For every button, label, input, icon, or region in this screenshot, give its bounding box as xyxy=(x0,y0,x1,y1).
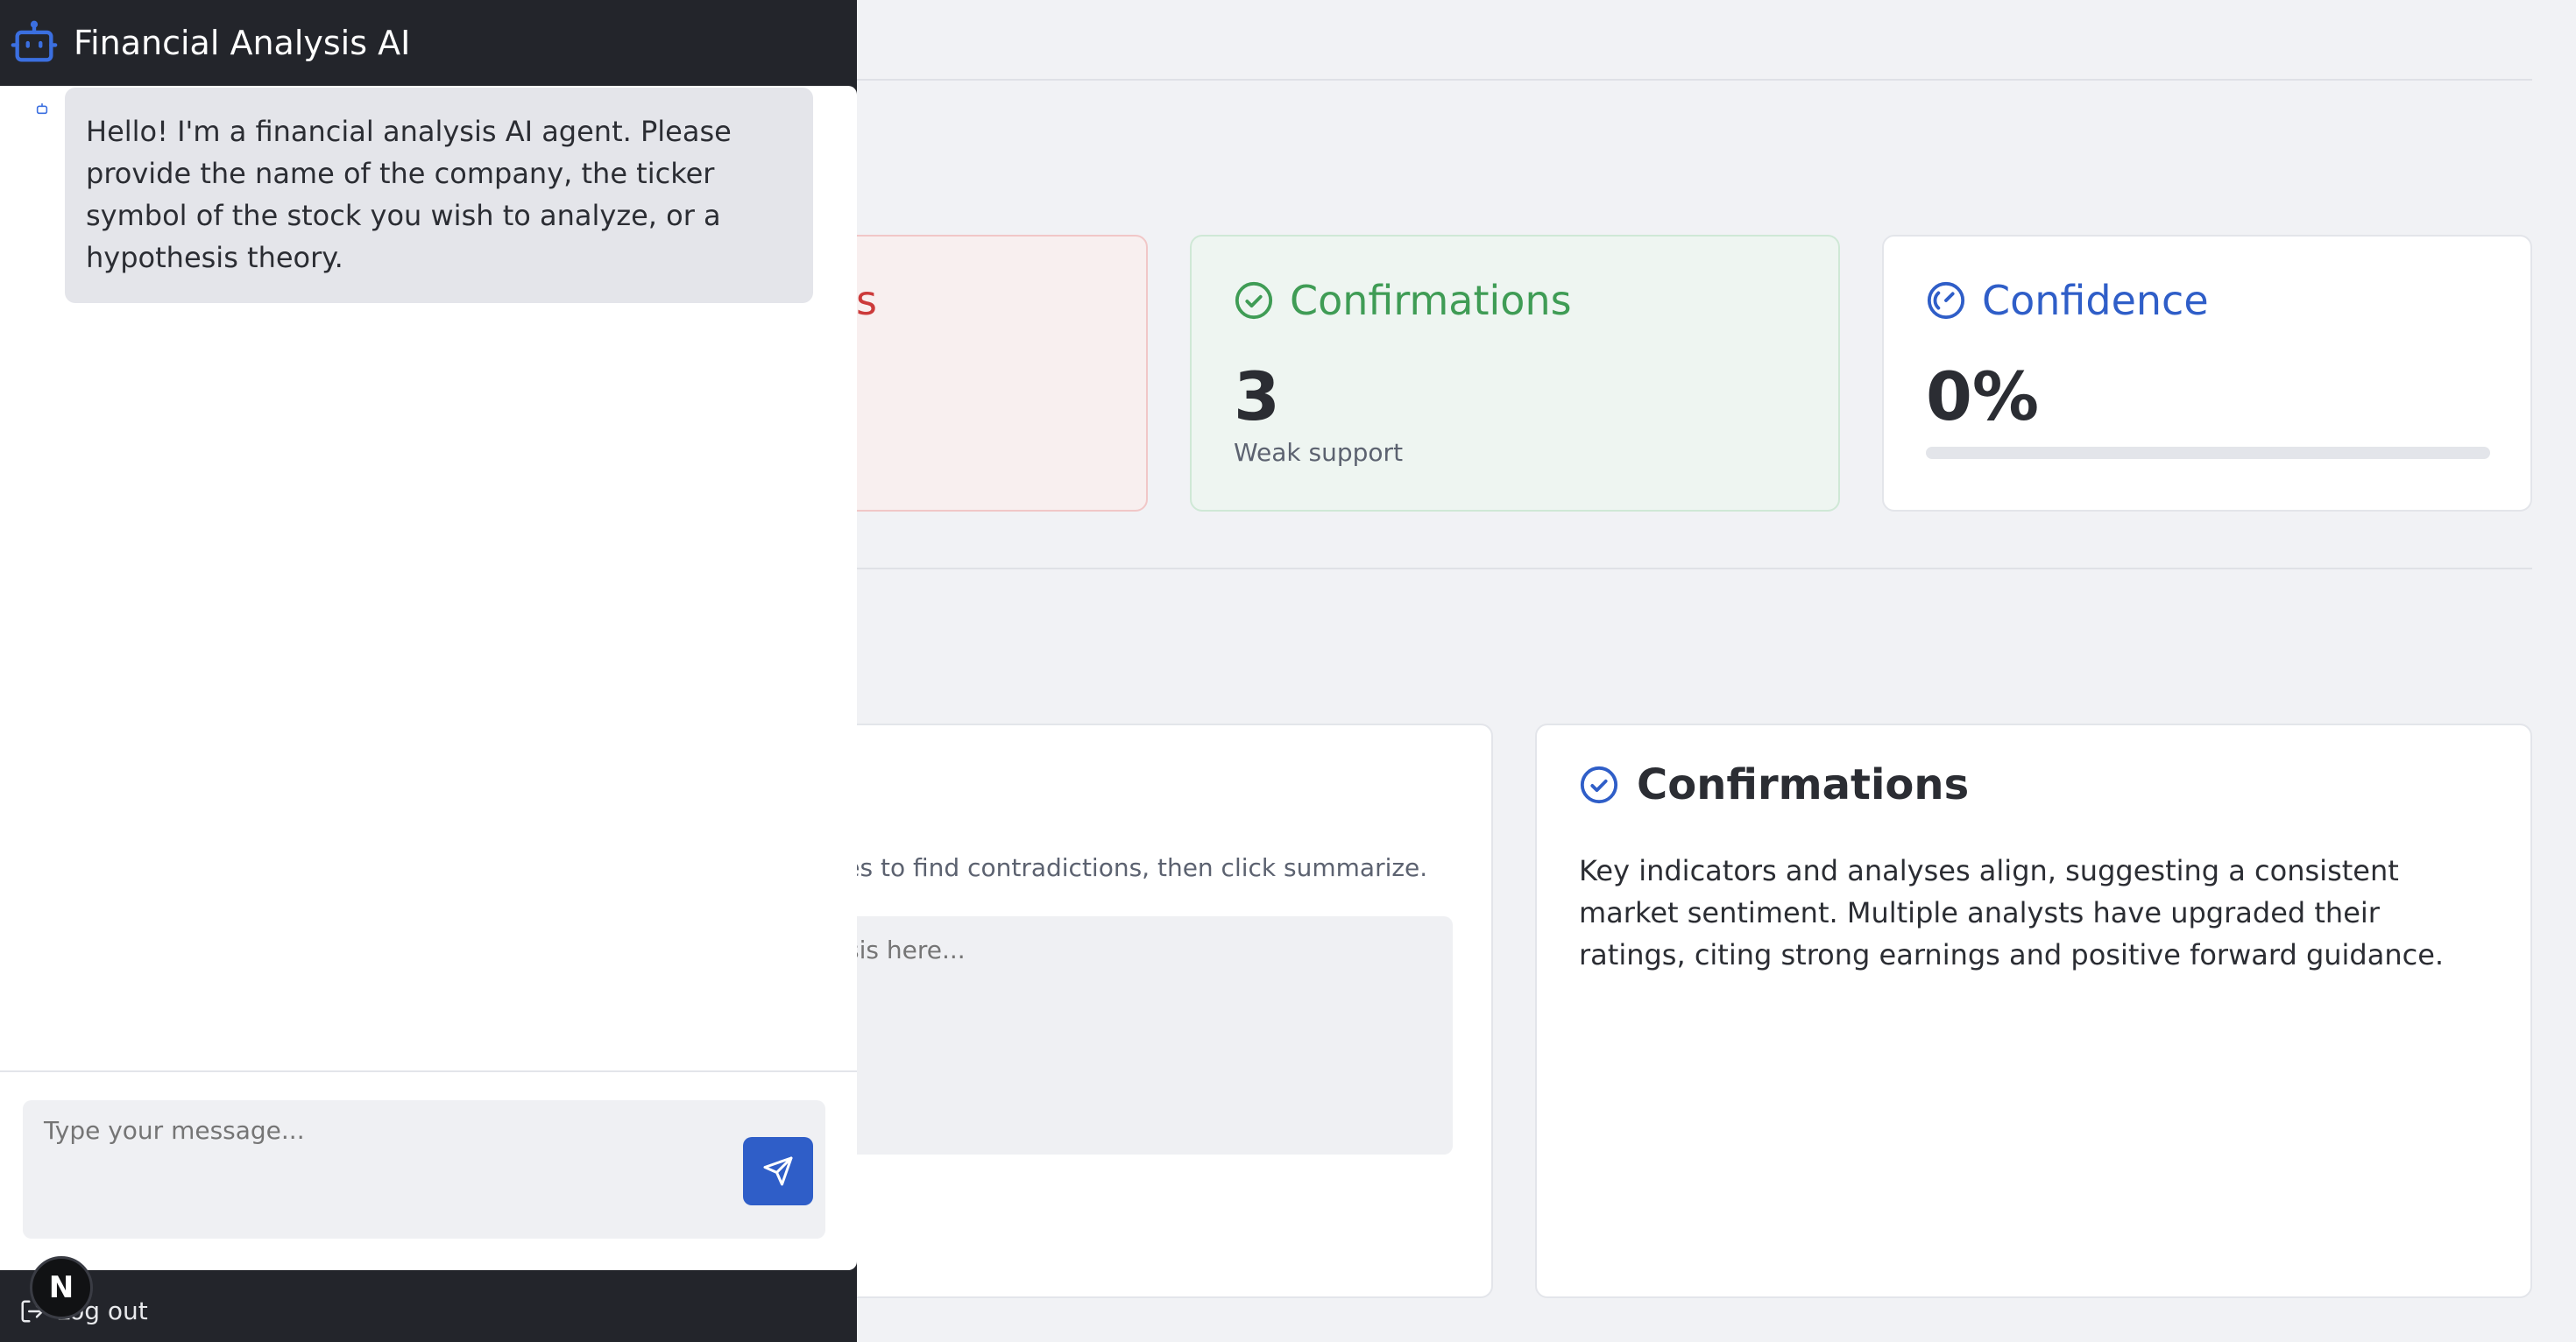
confirmations-panel: Confirmations Key indicators and analyse… xyxy=(1535,724,2532,1298)
dev-tools-badge[interactable]: N xyxy=(30,1256,93,1319)
gauge-icon xyxy=(1927,281,1965,320)
confidence-progress-bar xyxy=(1926,447,2490,459)
contradictions-stat-title: s xyxy=(856,277,877,324)
contradictions-panel-description: rces to find contradictions, then click … xyxy=(822,853,1428,882)
confidence-stat-card: Confidence 0% xyxy=(1882,235,2532,512)
middle-divider xyxy=(854,568,2532,569)
confirmations-subtitle: Weak support xyxy=(1234,438,1404,467)
confirmations-panel-title-text: Confirmations xyxy=(1637,760,1970,809)
robot-icon xyxy=(11,20,58,62)
check-circle-icon xyxy=(1235,281,1273,320)
confirmations-panel-body: Key indicators and analyses align, sugge… xyxy=(1579,854,2445,971)
confidence-value: 0% xyxy=(1926,357,2040,435)
confidence-title-text: Confidence xyxy=(1982,277,2209,324)
top-divider xyxy=(854,79,2532,81)
contradictions-title-text: s xyxy=(856,277,877,324)
check-circle-icon xyxy=(1580,766,1618,804)
hypothesis-input[interactable] xyxy=(822,916,1453,1155)
send-button[interactable] xyxy=(743,1137,813,1205)
contradictions-panel: s rces to find contradictions, then clic… xyxy=(771,724,1493,1298)
chat-messages: Hello! I'm a financial analysis AI agent… xyxy=(0,86,857,1270)
send-icon xyxy=(763,1156,793,1186)
chat-header: Financial Analysis AI xyxy=(0,0,857,86)
chat-title: Financial Analysis AI xyxy=(74,24,411,62)
bot-message: Hello! I'm a financial analysis AI agent… xyxy=(65,88,813,303)
confirmations-stat-title: Confirmations xyxy=(1234,277,1572,324)
bot-avatar-icon xyxy=(36,102,48,115)
confirmations-panel-title: Confirmations xyxy=(1579,760,1969,809)
confirmations-stat-card: Confirmations 3 Weak support xyxy=(1190,235,1840,512)
confidence-stat-title: Confidence xyxy=(1926,277,2209,324)
confirmations-title-text: Confirmations xyxy=(1290,277,1572,324)
chat-panel: Financial Analysis AI Hello! I'm a finan… xyxy=(0,0,857,1342)
confirmations-count: 3 xyxy=(1234,357,1280,435)
app-root: s Confirmations 3 Weak support Confidenc… xyxy=(0,0,2576,1342)
chat-input-divider xyxy=(0,1070,857,1072)
message-input[interactable] xyxy=(23,1100,825,1239)
